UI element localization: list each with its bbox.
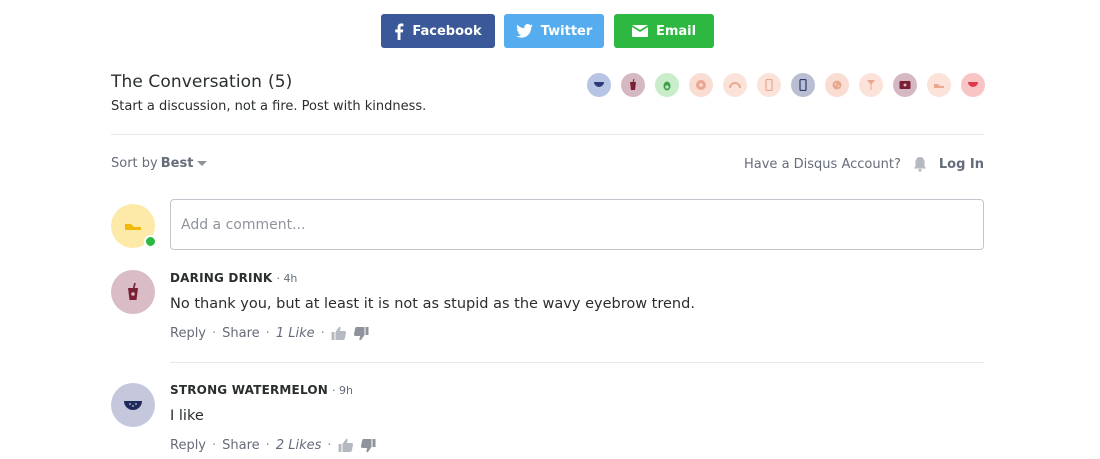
account-question: Have a Disqus Account? (744, 156, 901, 172)
tv-avatar-icon[interactable] (893, 73, 917, 97)
envelope-icon (631, 25, 648, 37)
comment-actions: Reply · Share · 2 Likes · (170, 438, 376, 453)
conversation-title-text: The Conversation (111, 72, 263, 92)
watermelon-avatar-icon[interactable] (587, 73, 611, 97)
twitter-share-button[interactable]: Twitter (504, 14, 604, 48)
cocktail-avatar-icon[interactable] (859, 73, 883, 97)
chevron-down-icon (197, 161, 208, 166)
phone-avatar-icon[interactable] (757, 73, 781, 97)
comment-author[interactable]: STRONG WATERMELON (170, 383, 328, 397)
drink-avatar-icon[interactable] (621, 73, 645, 97)
comment-placeholder: Add a comment... (181, 216, 306, 233)
shoe-icon (125, 224, 141, 230)
rainbow-avatar-icon[interactable] (723, 73, 747, 97)
comment-time[interactable]: · 9h (332, 384, 353, 397)
conversation-title: The Conversation (5) (111, 72, 292, 92)
facebook-icon (395, 23, 404, 40)
reply-link[interactable]: Reply (170, 438, 206, 453)
donut-avatar-icon[interactable] (689, 73, 713, 97)
comment-header: DARING DRINK · 4h (170, 271, 297, 285)
participant-avatars (587, 73, 987, 97)
phone-dark-avatar-icon[interactable] (791, 73, 815, 97)
sort-value: Best (160, 156, 194, 171)
comment-author[interactable]: DARING DRINK (170, 271, 272, 285)
header-divider (111, 134, 984, 135)
comment-time[interactable]: · 4h (276, 272, 297, 285)
sort-prefix: Sort by (111, 156, 158, 171)
comment-count: (5) (268, 72, 293, 92)
bell-icon[interactable] (913, 156, 927, 172)
online-status-dot (144, 235, 157, 248)
share-link[interactable]: Share (222, 438, 260, 453)
comment-input[interactable]: Add a comment... (170, 199, 984, 250)
twitter-share-label: Twitter (540, 23, 593, 39)
login-link[interactable]: Log In (939, 157, 984, 172)
facebook-share-button[interactable]: Facebook (381, 14, 495, 48)
thumbs-down-icon[interactable] (360, 438, 376, 453)
sort-dropdown[interactable]: Sort by Best (111, 156, 208, 171)
watermelon-red-avatar-icon[interactable] (961, 73, 985, 97)
comment-body: No thank you, but at least it is not as … (170, 296, 695, 312)
comment-header: STRONG WATERMELON · 9h (170, 383, 353, 397)
email-share-label: Email (655, 23, 697, 39)
conversation-subtitle: Start a discussion, not a fire. Post wit… (111, 99, 427, 114)
thumbs-up-icon[interactable] (331, 326, 347, 341)
email-share-button[interactable]: Email (614, 14, 714, 48)
comment-avatar[interactable] (111, 270, 155, 314)
thumbs-up-icon[interactable] (338, 438, 354, 453)
reply-link[interactable]: Reply (170, 326, 206, 341)
likes-count[interactable]: 1 Like (276, 326, 315, 341)
share-link[interactable]: Share (222, 326, 260, 341)
comment-actions: Reply · Share · 1 Like · (170, 326, 369, 341)
account-area: Have a Disqus Account? Log In (744, 156, 984, 172)
drink-icon (128, 282, 138, 300)
current-user-avatar[interactable] (111, 204, 157, 248)
facebook-share-label: Facebook (412, 23, 482, 39)
comment-divider (170, 362, 984, 363)
twitter-icon (515, 24, 533, 38)
cookie-avatar-icon[interactable] (825, 73, 849, 97)
comment-avatar[interactable] (111, 383, 155, 427)
comment-body: I like (170, 408, 204, 424)
watermelon-icon (124, 401, 142, 410)
likes-count[interactable]: 2 Likes (276, 438, 322, 453)
share-bar: Facebook Twitter Email (0, 14, 1100, 48)
thumbs-down-icon[interactable] (353, 326, 369, 341)
avocado-avatar-icon[interactable] (655, 73, 679, 97)
shoe-avatar-icon[interactable] (927, 73, 951, 97)
